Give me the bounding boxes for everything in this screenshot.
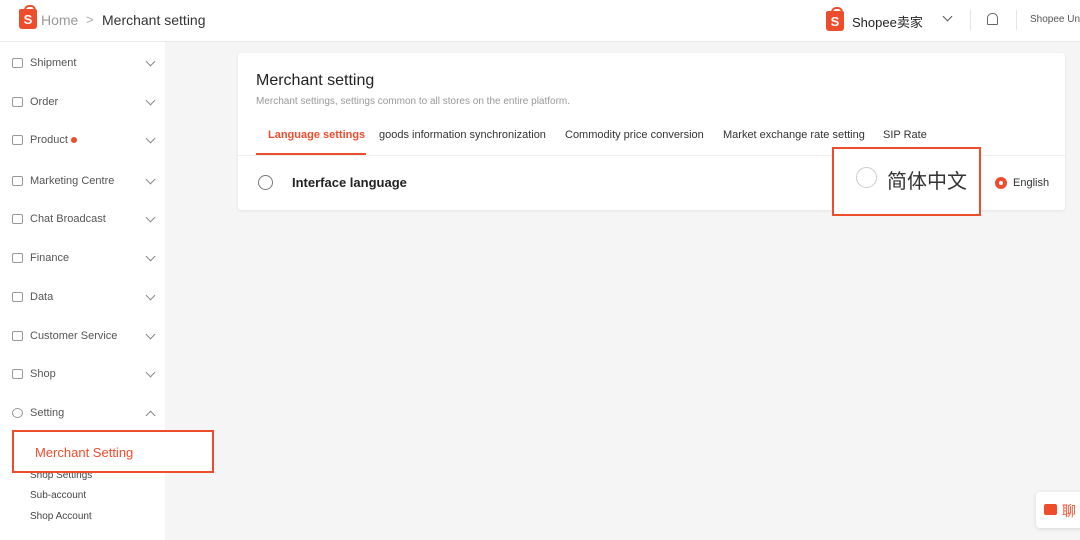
- box-icon: [12, 135, 23, 145]
- english-radio[interactable]: [995, 177, 1007, 189]
- globe-icon: [258, 175, 273, 190]
- sidebar-item-marketing[interactable]: Marketing Centre: [12, 174, 156, 187]
- chat-label: 聊: [1062, 503, 1076, 519]
- english-label[interactable]: English: [1013, 177, 1049, 189]
- breadcrumb-separator: >: [86, 12, 94, 27]
- sidebar-item-shop[interactable]: Shop: [12, 367, 156, 380]
- sidebar-item-chat-broadcast[interactable]: Chat Broadcast: [12, 212, 156, 225]
- chevron-down-icon: [145, 133, 156, 143]
- page-title: Merchant setting: [256, 72, 375, 89]
- person-icon: [12, 214, 23, 224]
- sidebar-item-product[interactable]: Product: [12, 133, 156, 146]
- gear-icon: [12, 408, 23, 418]
- breadcrumb-home[interactable]: Home: [41, 12, 78, 28]
- tab-language-settings[interactable]: Language settings: [268, 129, 365, 141]
- tab-exchange-rate[interactable]: Market exchange rate setting: [723, 129, 865, 141]
- sidebar-item-label: Chat Broadcast: [30, 213, 106, 225]
- chinese-label[interactable]: 简体中文: [887, 165, 967, 194]
- clipboard-icon: [12, 97, 23, 107]
- chevron-down-icon: [145, 329, 156, 339]
- sidebar-item-label: Finance: [30, 252, 70, 264]
- sidebar-item-label: Marketing Centre: [30, 175, 115, 187]
- chevron-down-icon[interactable]: [942, 11, 953, 22]
- divider: [1016, 10, 1017, 30]
- interface-language-label: Interface language: [292, 175, 407, 190]
- chevron-down-icon: [145, 95, 156, 105]
- sidebar-item-label: Setting: [30, 407, 65, 419]
- sidebar-item-data[interactable]: Data: [12, 290, 156, 303]
- breadcrumb-current: Merchant setting: [102, 12, 206, 28]
- account-name[interactable]: Shopee Uni: [1030, 14, 1080, 25]
- chevron-down-icon: [145, 367, 156, 377]
- shopee-logo[interactable]: S: [19, 5, 37, 29]
- sidebar-item-label: Product: [30, 134, 68, 146]
- top-bar: S Home > Merchant setting S Shopee卖家 Sho…: [0, 0, 1080, 42]
- notification-dot: [70, 137, 77, 143]
- submenu-shop-account[interactable]: Shop Account: [30, 511, 92, 522]
- page-subtitle: Merchant settings, settings common to al…: [256, 96, 571, 107]
- bell-icon[interactable]: [987, 13, 998, 25]
- submenu-sub-account[interactable]: Sub-account: [30, 490, 86, 501]
- shop-icon: [12, 369, 23, 379]
- truck-icon: [12, 58, 23, 68]
- chevron-down-icon: [145, 174, 156, 184]
- chinese-radio[interactable]: [856, 167, 877, 188]
- shopee-seller-logo: S: [826, 7, 844, 31]
- chat-button[interactable]: 聊: [1036, 492, 1080, 528]
- tab-price-conversion[interactable]: Commodity price conversion: [565, 129, 704, 141]
- sidebar-item-order[interactable]: Order: [12, 95, 156, 108]
- chevron-down-icon: [145, 56, 156, 66]
- sidebar-item-label: Order: [30, 96, 59, 108]
- tab-goods-sync[interactable]: goods information synchronization: [379, 129, 546, 141]
- chevron-down-icon: [145, 290, 156, 300]
- headset-icon: [12, 331, 23, 341]
- chevron-down-icon: [145, 212, 156, 222]
- submenu-merchant-setting[interactable]: Merchant Setting: [35, 445, 133, 460]
- tag-icon: [12, 176, 23, 186]
- sidebar-item-label: Data: [30, 291, 54, 303]
- sidebar-item-finance[interactable]: Finance: [12, 251, 156, 264]
- chevron-up-icon: [145, 410, 156, 420]
- sidebar-item-customer-service[interactable]: Customer Service: [12, 329, 156, 342]
- chart-icon: [12, 292, 23, 302]
- divider: [970, 10, 971, 30]
- chevron-down-icon: [145, 251, 156, 261]
- sidebar-item-label: Shop: [30, 368, 56, 380]
- sidebar-item-label: Customer Service: [30, 330, 118, 342]
- brand-name[interactable]: Shopee卖家: [852, 12, 923, 31]
- sidebar-item-shipment[interactable]: Shipment: [12, 56, 156, 69]
- sidebar-item-label: Shipment: [30, 57, 77, 69]
- chat-icon: [1044, 504, 1057, 515]
- wallet-icon: [12, 253, 23, 263]
- sidebar-item-setting[interactable]: Setting: [12, 407, 156, 420]
- tab-sip-rate[interactable]: SIP Rate: [883, 129, 927, 141]
